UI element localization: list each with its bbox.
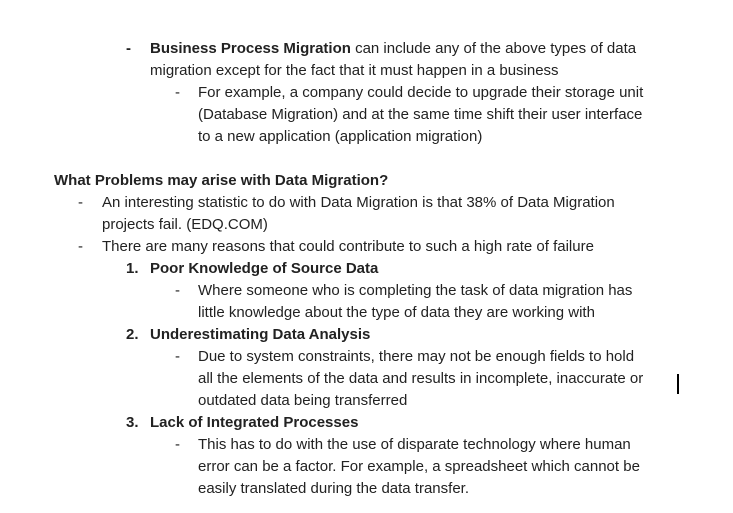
example-line-3: to a new application (application migrat… (198, 128, 483, 145)
business-process-title: Business Process Migration (150, 40, 351, 57)
statistic-line-1: An interesting statistic to do with Data… (102, 194, 615, 211)
example-line-1: For example, a company could decide to u… (198, 84, 644, 101)
bullet-marker: - (78, 194, 83, 211)
sub-bullet-marker: - (175, 436, 180, 453)
item-title-underestimating: Underestimating Data Analysis (150, 326, 371, 343)
item-1-line-2: little knowledge about the type of data … (198, 304, 595, 321)
item-1-line-1: Where someone who is completing the task… (198, 282, 633, 299)
sub-bullet-marker: - (175, 84, 180, 101)
bullet-marker: - (78, 238, 83, 255)
item-title-poor-knowledge: Poor Knowledge of Source Data (150, 260, 379, 277)
item-2-line-1: Due to system constraints, there may not… (198, 348, 635, 365)
item-2-line-2: all the elements of the data and results… (198, 370, 644, 387)
item-2-line-3: outdated data being transferred (198, 392, 408, 409)
reasons-line: There are many reasons that could contri… (102, 238, 594, 255)
item-3-line-3: easily translated during the data transf… (198, 480, 469, 497)
section-heading: What Problems may arise with Data Migrat… (54, 172, 389, 189)
list-number: 1. (126, 260, 139, 277)
item-3-line-1: This has to do with the use of disparate… (198, 436, 631, 453)
sub-bullet-marker: - (175, 348, 180, 365)
list-number: 3. (126, 414, 139, 431)
business-process-line-2: migration except for the fact that it mu… (150, 62, 559, 79)
sub-bullet-marker: - (175, 282, 180, 299)
bullet-marker: - (126, 40, 131, 57)
statistic-line-2: projects fail. (EDQ.COM) (102, 216, 268, 233)
business-process-text: can include any of the above types of da… (350, 40, 637, 57)
example-line-2: (Database Migration) and at the same tim… (198, 106, 643, 123)
business-process-line-1: Business Process Migration can include a… (150, 38, 636, 60)
text-cursor (677, 374, 679, 394)
item-3-line-2: error can be a factor. For example, a sp… (198, 458, 640, 475)
item-title-lack-integrated: Lack of Integrated Processes (150, 414, 359, 431)
list-number: 2. (126, 326, 139, 343)
